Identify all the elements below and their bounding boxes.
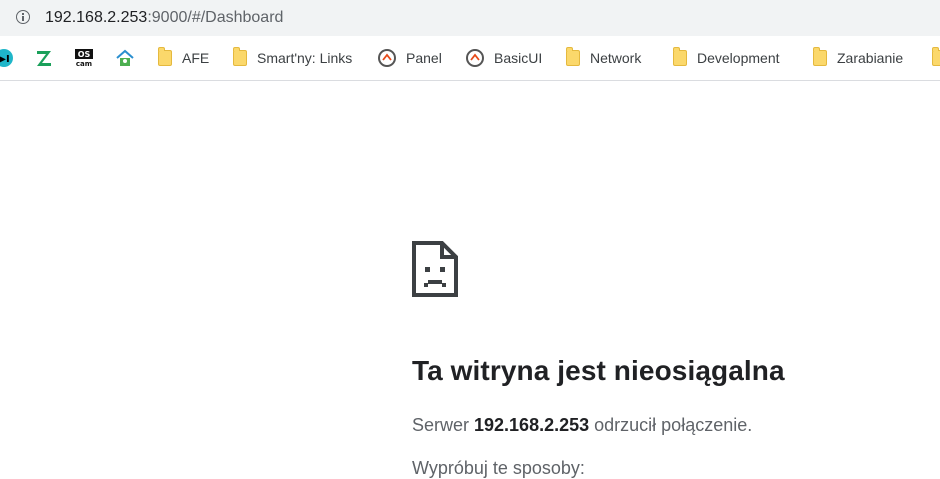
bookmark-edge-icon[interactable]: ▶I (0, 48, 14, 68)
error-message-suffix: odrzucił połączenie. (589, 415, 753, 435)
folder-icon (158, 47, 172, 66)
error-title: Ta witryna jest nieosiągalna (412, 355, 785, 386)
folder-icon (566, 47, 580, 66)
bookmark-label: Zarabianie (837, 50, 904, 66)
openhab-icon (378, 49, 396, 67)
folder-icon (233, 47, 247, 66)
svg-text:cam: cam (76, 60, 92, 68)
bookmark-overflow[interactable] (932, 46, 940, 70)
bookmark-label: Development (697, 50, 780, 66)
error-host: 192.168.2.253 (474, 415, 590, 435)
home-icon[interactable] (115, 48, 135, 68)
svg-text:OS: OS (78, 50, 91, 59)
bookmark-label: Smart'ny: Links (257, 50, 353, 66)
bookmarks-bar: ▶I OS cam AFE Smart'ny: Links Panel Basi… (0, 36, 940, 81)
bookmark-network[interactable]: Network (566, 46, 641, 70)
oscam-icon[interactable]: OS cam (74, 48, 94, 68)
url-text[interactable]: 192.168.2.253:9000/#/Dashboard (45, 7, 283, 29)
bookmark-label: Panel (406, 50, 442, 66)
bookmark-development[interactable]: Development (673, 46, 780, 70)
error-suggestions-heading: Wypróbuj te sposoby: (412, 458, 585, 478)
bookmark-smartny-links[interactable]: Smart'ny: Links (233, 46, 352, 70)
svg-text:▶I: ▶I (0, 54, 10, 65)
bookmark-panel[interactable]: Panel (378, 46, 442, 70)
bookmark-zarabianie[interactable]: Zarabianie (813, 46, 903, 70)
bookmark-label: AFE (182, 50, 210, 66)
bookmark-label: Network (590, 50, 642, 66)
site-info-icon[interactable] (16, 10, 30, 24)
folder-icon (813, 47, 827, 66)
error-message: Serwer 192.168.2.253 odrzucił połączenie… (412, 415, 752, 436)
bookmark-afe[interactable]: AFE (158, 46, 209, 70)
bookmark-basicui[interactable]: BasicUI (466, 46, 542, 70)
z-logo-icon[interactable] (34, 48, 54, 68)
folder-icon (673, 47, 687, 66)
sad-page-icon (412, 241, 458, 297)
openhab-icon (466, 49, 484, 67)
url-host: 192.168.2.253 (45, 9, 148, 26)
error-message-prefix: Serwer (412, 415, 475, 435)
address-bar[interactable]: 192.168.2.253:9000/#/Dashboard (0, 0, 940, 36)
folder-icon (932, 47, 940, 66)
url-path: :9000/#/Dashboard (147, 9, 284, 26)
bookmark-label: BasicUI (494, 50, 543, 66)
